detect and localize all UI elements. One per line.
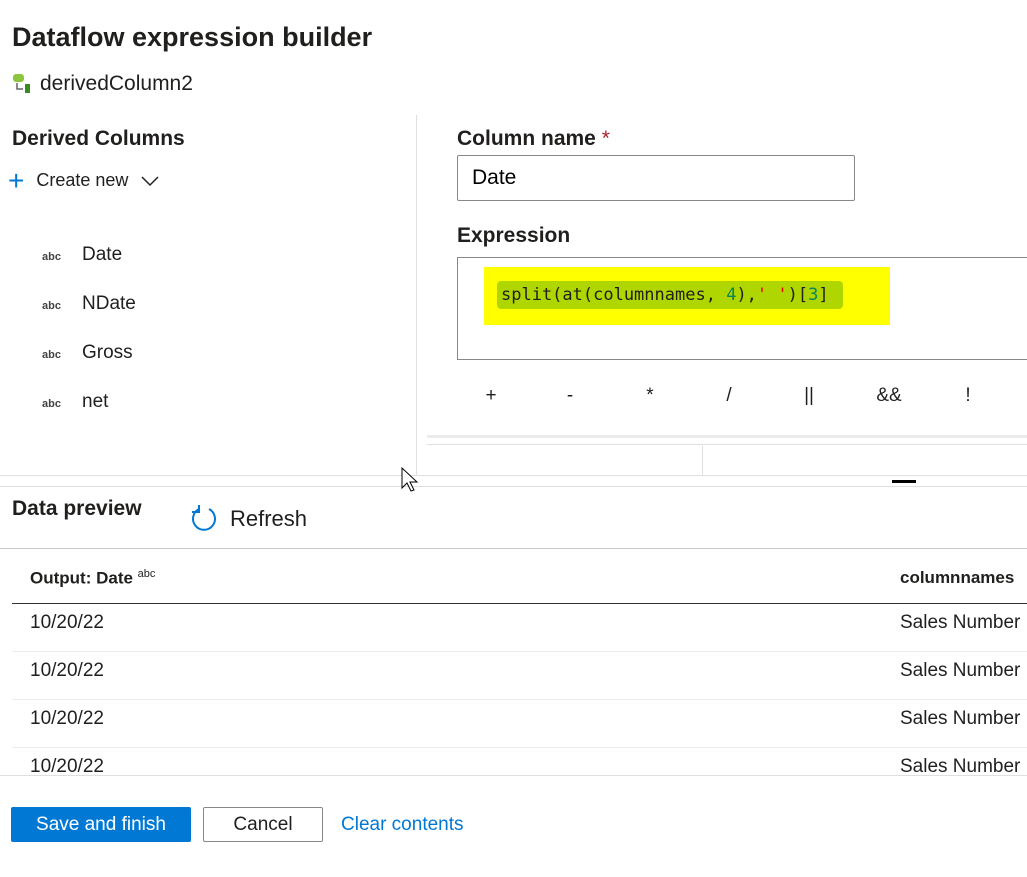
derived-column-item[interactable]: abc NDate xyxy=(42,293,136,315)
derived-columns-heading: Derived Columns xyxy=(12,127,185,150)
type-badge: abc xyxy=(42,251,61,263)
table-row: 10/20/22 Sales Number xyxy=(30,756,1021,775)
derived-column-item[interactable]: abc net xyxy=(42,391,108,413)
create-new-button[interactable]: + Create new xyxy=(8,164,160,196)
operator-or-button[interactable]: || xyxy=(794,385,824,407)
save-and-finish-button[interactable]: Save and finish xyxy=(11,807,191,842)
cancel-button[interactable]: Cancel xyxy=(203,807,323,842)
tab-divider xyxy=(702,446,703,476)
cursor-icon xyxy=(401,466,419,492)
table-header: Output: Date abc columnnames xyxy=(12,552,1027,604)
divider xyxy=(0,548,1027,549)
column-header-output: Output: Date abc xyxy=(30,568,156,588)
derived-column-icon xyxy=(13,74,30,93)
column-label: Gross xyxy=(82,342,133,363)
type-badge: abc xyxy=(42,300,61,312)
column-name-label: Column name * xyxy=(457,127,610,150)
operator-multiply-button[interactable]: * xyxy=(635,385,665,407)
column-label: Date xyxy=(82,244,123,265)
operator-and-button[interactable]: && xyxy=(874,385,904,407)
type-badge: abc xyxy=(42,349,61,361)
node-label: derivedColumn2 xyxy=(12,72,193,96)
page-title: Dataflow expression builder xyxy=(12,22,373,52)
table-row: 10/20/22 Sales Number xyxy=(12,700,1027,748)
operator-plus-button[interactable]: + xyxy=(476,385,506,407)
expression-label: Expression xyxy=(457,224,571,247)
column-header-columnnames: columnnames xyxy=(900,568,1015,587)
divider xyxy=(427,435,1027,438)
create-new-label: Create new xyxy=(36,170,129,190)
clear-contents-link[interactable]: Clear contents xyxy=(341,807,464,842)
node-name: derivedColumn2 xyxy=(40,72,193,95)
table-row: 10/20/22 Sales Number xyxy=(12,652,1027,700)
divider xyxy=(0,775,1027,776)
refresh-button[interactable]: Refresh xyxy=(190,505,307,533)
expression-code[interactable]: split(at(columnnames, 4),' ')[3] xyxy=(497,281,843,309)
data-preview-heading: Data preview xyxy=(12,497,142,520)
plus-icon: + xyxy=(8,164,25,196)
column-label: net xyxy=(82,391,109,412)
derived-column-item[interactable]: abc Gross xyxy=(42,342,133,364)
table-row: 10/20/22 Sales Number xyxy=(12,604,1027,652)
column-label: NDate xyxy=(82,293,136,314)
operator-divide-button[interactable]: / xyxy=(714,385,744,407)
type-badge: abc xyxy=(42,398,61,410)
operator-not-button[interactable]: ! xyxy=(953,385,983,407)
derived-column-item[interactable]: abc Date xyxy=(42,244,122,266)
chevron-down-icon xyxy=(141,175,159,186)
panel-divider xyxy=(416,115,417,475)
tab-strip-border xyxy=(427,444,1027,445)
refresh-icon xyxy=(192,505,216,531)
operator-minus-button[interactable]: - xyxy=(555,385,585,407)
column-name-input[interactable] xyxy=(457,155,855,201)
splitter[interactable] xyxy=(0,475,1027,487)
refresh-label: Refresh xyxy=(230,506,308,531)
